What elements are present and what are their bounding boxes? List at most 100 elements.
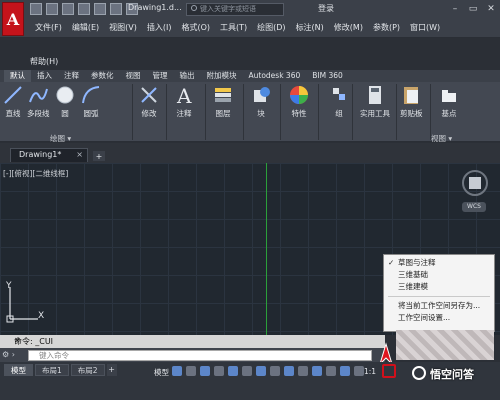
utilities-tool[interactable]: 实用工具 xyxy=(360,84,390,119)
tab-bim-360[interactable]: BIM 360 xyxy=(306,70,349,82)
checkmark-icon: ✓ xyxy=(388,258,395,267)
panel-separator xyxy=(318,84,319,140)
panel-separator xyxy=(243,84,244,140)
ortho-icon[interactable] xyxy=(200,366,210,376)
clipboard-tool-label: 剪贴板 xyxy=(400,109,423,118)
application-menu-button[interactable]: A xyxy=(2,2,24,36)
viewport-controls[interactable]: [-][俯视][二维线框] xyxy=(3,168,68,179)
menu-file[interactable]: 文件(F) xyxy=(30,19,67,37)
menu-window[interactable]: 窗口(W) xyxy=(405,19,445,37)
group-icon xyxy=(333,88,345,100)
properties-tool[interactable]: 特性 xyxy=(288,84,310,119)
arc-icon xyxy=(82,86,100,104)
print-icon[interactable] xyxy=(94,3,106,15)
workspace-item-drafting[interactable]: ✓ 草图与注释 xyxy=(384,257,494,269)
annotation-visibility-icon[interactable] xyxy=(298,366,308,376)
menu-draw[interactable]: 绘图(D) xyxy=(252,19,290,37)
tab-annotate[interactable]: 注释 xyxy=(58,70,85,82)
annotate-tool-label: 注释 xyxy=(176,109,192,118)
add-layout-button[interactable]: + xyxy=(106,364,117,376)
menu-format[interactable]: 格式(O) xyxy=(176,19,215,37)
workspace-item-3d-basics[interactable]: 三维基础 xyxy=(384,269,494,281)
menu-modify[interactable]: 修改(M) xyxy=(329,19,368,37)
lineweight-icon[interactable] xyxy=(256,366,266,376)
workspace-menu: ✓ 草图与注释 三维基础 三维建模 将当前工作空间另存为... 工作空间设置... xyxy=(383,254,495,332)
search-input[interactable]: 键入关键字或短语 xyxy=(186,3,284,16)
tab-view[interactable]: 视图 xyxy=(120,70,147,82)
command-input[interactable]: 键入命令 xyxy=(28,350,372,361)
line-tool[interactable]: 直线 xyxy=(2,84,24,119)
minimize-icon[interactable]: – xyxy=(449,3,461,14)
model-space-button[interactable]: 模型 xyxy=(154,367,169,378)
menu-parametric[interactable]: 参数(P) xyxy=(368,19,405,37)
close-icon[interactable]: × xyxy=(76,149,83,161)
snap-icon[interactable] xyxy=(186,366,196,376)
open-folder-icon[interactable] xyxy=(46,3,58,15)
layers-tool-label: 图层 xyxy=(215,109,231,118)
basepoint-tool-label: 基点 xyxy=(441,109,457,118)
circle-tool[interactable]: 圆 xyxy=(54,84,76,119)
polyline-tool[interactable]: 多段线 xyxy=(27,84,50,119)
tab-model[interactable]: 模型 xyxy=(4,364,33,376)
tab-layout1[interactable]: 布局1 xyxy=(35,364,69,376)
tab-addins[interactable]: 附加模块 xyxy=(201,70,243,82)
osnap-icon[interactable] xyxy=(228,366,238,376)
save-icon[interactable] xyxy=(62,3,74,15)
basepoint-tool[interactable]: 基点 xyxy=(438,84,460,119)
hardware-acceleration-icon[interactable] xyxy=(354,366,364,376)
otrack-icon[interactable] xyxy=(242,366,252,376)
layout-tab-bar: 模型 布局1 布局2 + xyxy=(4,364,117,376)
menu-tools[interactable]: 工具(T) xyxy=(215,19,252,37)
close-icon[interactable]: ✕ xyxy=(485,3,497,14)
modify-tool[interactable]: 修改 xyxy=(138,84,160,119)
save-as-icon[interactable] xyxy=(78,3,90,15)
isolate-objects-icon[interactable] xyxy=(340,366,350,376)
tab-parametric[interactable]: 参数化 xyxy=(85,70,120,82)
arc-tool[interactable]: 圆弧 xyxy=(80,84,102,119)
selection-cycling-icon[interactable] xyxy=(284,366,294,376)
menu-help[interactable]: 帮助(H) xyxy=(30,56,58,67)
menu-dimension[interactable]: 标注(N) xyxy=(291,19,329,37)
redacted-area xyxy=(396,330,494,360)
tab-manage[interactable]: 管理 xyxy=(147,70,174,82)
layers-tool[interactable]: 图层 xyxy=(212,84,234,119)
tab-layout2[interactable]: 布局2 xyxy=(70,364,105,376)
grid-icon[interactable] xyxy=(172,366,182,376)
tab-default[interactable]: 默认 xyxy=(4,70,31,82)
menu-edit[interactable]: 编辑(E) xyxy=(67,19,104,37)
panel-separator xyxy=(352,84,353,140)
workspace-switching-gear-icon[interactable] xyxy=(382,364,396,378)
workspace-settings-item[interactable]: 工作空间设置... xyxy=(384,312,494,324)
ucs-icon: Y X xyxy=(4,281,48,328)
panel-separator xyxy=(132,84,133,140)
login-button[interactable]: 登录 xyxy=(318,3,334,14)
save-workspace-as-item[interactable]: 将当前工作空间另存为... xyxy=(384,300,494,312)
polar-icon[interactable] xyxy=(214,366,224,376)
transparency-icon[interactable] xyxy=(270,366,280,376)
arc-tool-label: 圆弧 xyxy=(83,109,99,118)
menu-insert[interactable]: 插入(I) xyxy=(142,19,177,37)
annotate-tool[interactable]: A 注释 xyxy=(173,84,195,119)
tab-autodesk-360[interactable]: Autodesk 360 xyxy=(243,70,307,82)
tab-output[interactable]: 输出 xyxy=(174,70,201,82)
tab-insert[interactable]: 插入 xyxy=(31,70,58,82)
block-tool[interactable]: 块 xyxy=(250,84,272,119)
annotation-scale[interactable]: 1:1 xyxy=(364,367,376,376)
menu-view[interactable]: 视图(V) xyxy=(104,19,142,37)
restore-icon[interactable]: ▭ xyxy=(467,3,479,14)
viewcube-face-icon xyxy=(469,177,481,189)
group-tool[interactable]: 组 xyxy=(328,84,350,119)
new-file-icon[interactable] xyxy=(30,3,42,15)
document-tab[interactable]: Drawing1* × xyxy=(10,148,88,162)
viewcube[interactable] xyxy=(462,170,488,196)
new-tab-button[interactable]: + xyxy=(93,151,105,161)
workspace-item-3d-modeling[interactable]: 三维建模 xyxy=(384,281,494,293)
clipboard-tool[interactable]: 剪贴板 xyxy=(400,84,423,119)
undo-icon[interactable] xyxy=(110,3,122,15)
panel-separator xyxy=(430,84,431,140)
auto-scale-icon[interactable] xyxy=(312,366,322,376)
annotation-scale-icon[interactable] xyxy=(326,366,336,376)
watermark-logo-icon xyxy=(412,366,426,380)
wcs-menu[interactable]: WCS xyxy=(462,202,486,212)
command-options-icon[interactable]: ⚙ › xyxy=(2,350,15,359)
